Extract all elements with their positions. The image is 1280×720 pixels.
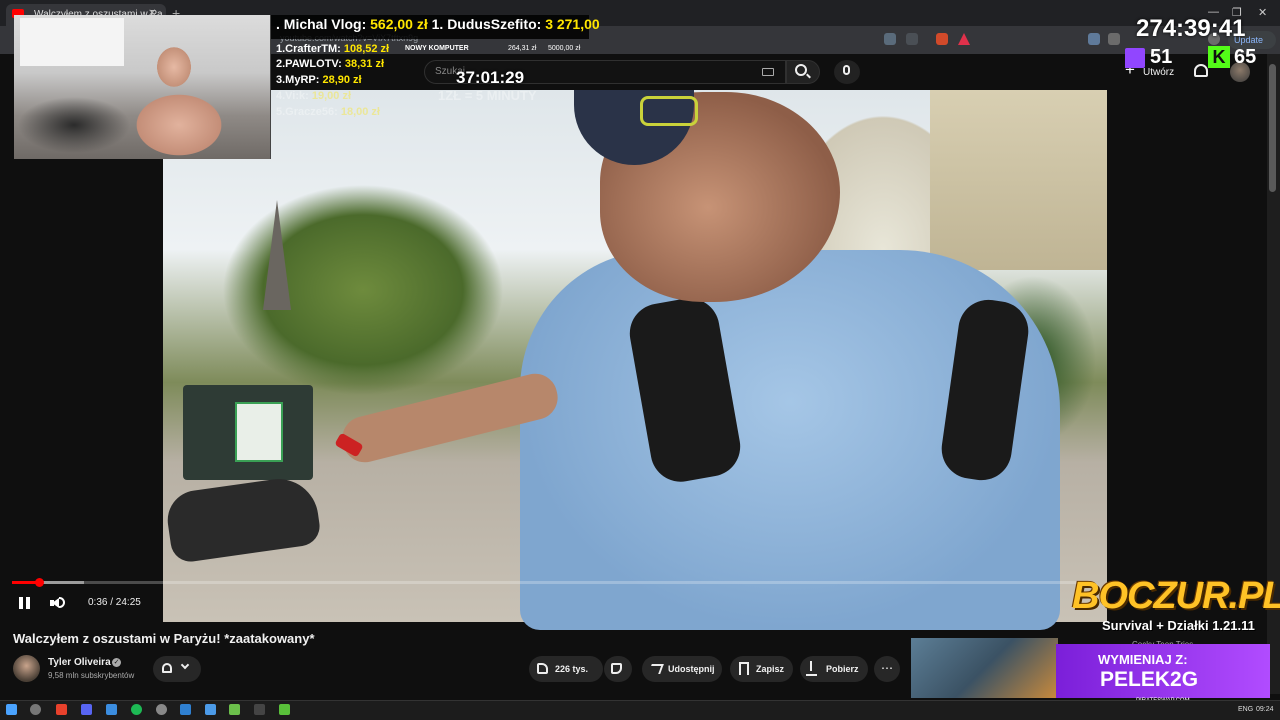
progress-scrubber[interactable]	[35, 578, 44, 587]
promo-thumbnail[interactable]	[911, 638, 1058, 698]
subscriber-count: 9,58 mln subskrybentów	[48, 671, 135, 680]
leaderboard-rank: 2.PAWLOTV:	[276, 58, 342, 70]
leaderboard-rank: 1.CrafterTM:	[276, 43, 341, 55]
spotify-icon[interactable]	[131, 704, 142, 715]
scroll-thumb[interactable]	[1269, 64, 1276, 192]
twitch-viewer-count: 51	[1150, 46, 1173, 68]
kick-icon: K	[1208, 46, 1230, 68]
search-icon[interactable]	[30, 704, 41, 715]
goal-total: 5000,00 zł	[548, 45, 581, 52]
video-bin-label	[235, 402, 283, 462]
page-title: Walczyłem z oszustami w Paryżu! *zaatako…	[13, 631, 315, 646]
leaderboard-rank: 5.Gracze56:	[276, 106, 338, 118]
timer-rate: 1ZŁ = 5 MINUTY	[438, 88, 537, 103]
subathon-timer: 274:39:41	[1136, 15, 1246, 42]
leaderboard-rank: 4.Vi:k:	[276, 90, 309, 102]
donor-amount: 562,00 zł	[370, 16, 428, 32]
leaderboard-amount: 18,00 zł	[340, 106, 380, 118]
search-icon	[795, 64, 807, 76]
volume-speaker-icon	[52, 598, 59, 608]
promo-line1: WYMIENIAJ Z:	[1098, 652, 1188, 667]
download-label: Pobierz	[826, 664, 859, 674]
leaderboard-amount: 28,90 zł	[322, 74, 362, 86]
app-icon[interactable]	[106, 704, 117, 715]
puzzle-icon[interactable]	[1108, 33, 1120, 45]
leaderboard-amount: 108,52 zł	[343, 43, 390, 55]
save-icon	[739, 662, 749, 675]
taskbar	[0, 700, 1280, 720]
discord-icon[interactable]	[81, 704, 92, 715]
extension-icon[interactable]	[1088, 33, 1100, 45]
brave-shield-icon[interactable]	[936, 33, 948, 45]
notifications-button[interactable]	[153, 656, 201, 682]
twitch-icon	[1125, 48, 1145, 68]
more-icon[interactable]: ⋯	[874, 656, 900, 682]
share-label: Udostępnij	[668, 664, 715, 674]
like-icon	[537, 663, 548, 674]
sponsor-subtitle: Survival + Działki 1.21.11	[1102, 618, 1255, 633]
app-icon[interactable]	[205, 704, 216, 715]
video-eiffel-tower	[263, 200, 291, 310]
bell-icon[interactable]	[1194, 64, 1208, 77]
vscode-icon[interactable]	[180, 704, 191, 715]
leaderboard-row: 5.Gracze56: 18,00 zł	[276, 106, 380, 118]
like-count: 226 tys.	[555, 664, 589, 674]
stream-timer: 37:01:29	[456, 68, 525, 87]
progress-bar[interactable]	[12, 581, 1092, 584]
leaderboard-rank: 3.MyRP:	[276, 74, 320, 86]
brave-icon[interactable]	[56, 704, 67, 715]
pause-icon[interactable]	[19, 597, 30, 609]
save-label: Zapisz	[756, 664, 785, 674]
time-display: 0:36 / 24:25	[88, 597, 141, 608]
leaderboard-amount: 38,31 zł	[344, 58, 385, 70]
promo-code: PELEK2G	[1100, 668, 1199, 691]
bell-icon	[162, 663, 172, 673]
verified-icon: ✓	[112, 658, 121, 667]
goal-label: NOWY KOMPUTER	[405, 45, 469, 52]
channel-name[interactable]: Tyler Oliveira	[48, 657, 111, 668]
donor-name: . Michal Vlog:	[276, 16, 367, 32]
reader-icon[interactable]	[906, 33, 918, 45]
leaderboard-row: 1.CrafterTM: 108,52 zł	[276, 43, 389, 55]
top-donors: . Michal Vlog: 562,00 zł 1. DudusSzefito…	[276, 16, 600, 32]
goal-progress: 264,31 zł	[508, 45, 537, 52]
kick-viewer-count: 65	[1234, 46, 1257, 68]
volume-wave-icon	[59, 597, 65, 608]
leaderboard-row: 2.PAWLOTV: 38,31 zł	[276, 58, 384, 70]
language-indicator[interactable]: ENG	[1238, 706, 1253, 713]
keyboard-icon[interactable]	[762, 68, 774, 76]
app-icon[interactable]	[279, 704, 290, 715]
close-window-icon[interactable]: ✕	[1258, 6, 1267, 19]
leaderboard-row: 4.Vi:k: 19,00 zł	[276, 90, 351, 102]
video-sunglasses	[640, 96, 698, 126]
start-icon[interactable]	[6, 704, 17, 715]
translate-icon[interactable]	[884, 33, 896, 45]
webcam-window	[20, 18, 124, 66]
sponsor-logo: BOCZUR.PL	[1072, 575, 1280, 617]
clock[interactable]: 09:24	[1256, 706, 1274, 713]
mic-icon	[843, 65, 850, 75]
terminal-icon[interactable]	[254, 704, 265, 715]
video-building	[930, 90, 1107, 270]
download-base	[806, 674, 817, 676]
leaderboard-row: 3.MyRP: 28,90 zł	[276, 74, 362, 86]
channel-avatar[interactable]	[13, 655, 40, 682]
donor-amount: 3 271,00	[545, 16, 600, 32]
obs-icon[interactable]	[156, 704, 167, 715]
minecraft-icon[interactable]	[229, 704, 240, 715]
leaderboard-amount: 19,00 zł	[311, 90, 352, 102]
donor-name: 1. DudusSzefito:	[431, 16, 542, 32]
download-icon	[810, 661, 812, 671]
